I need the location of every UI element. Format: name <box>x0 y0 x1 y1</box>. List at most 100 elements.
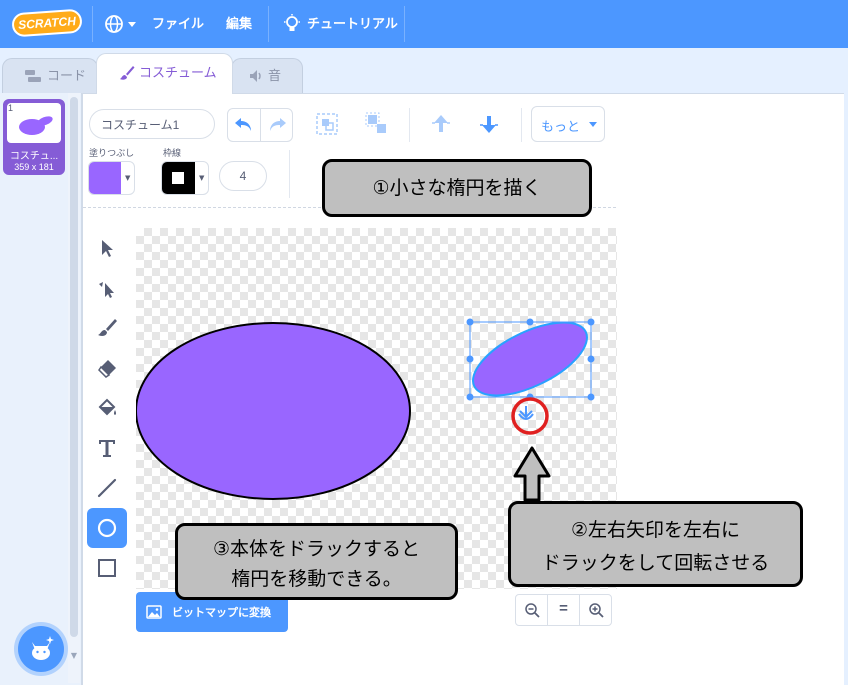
zoom-reset-button[interactable]: = <box>548 595 580 625</box>
fill-color-picker[interactable]: ▼ <box>88 161 135 195</box>
toolbar-divider <box>409 108 410 142</box>
menu-divider <box>404 6 405 42</box>
speaker-icon <box>250 70 261 82</box>
body-ellipse <box>136 322 411 500</box>
outline-width-input[interactable] <box>219 161 267 191</box>
arrow-up-icon <box>432 115 450 132</box>
callout-3-line-2: 楕円を移動できる。 <box>231 568 402 590</box>
costume-size: 359 x 181 <box>14 162 54 172</box>
group-icon <box>316 113 338 135</box>
outline-color-picker[interactable]: ▼ <box>161 161 209 195</box>
callout-3-line-1: ③本体をドラックすると <box>212 538 421 560</box>
costume-number: 1 <box>8 103 14 113</box>
editor-tabs: コード コスチューム 音 <box>0 48 848 94</box>
undo-redo-group <box>227 108 293 142</box>
image-icon <box>146 605 162 619</box>
rectangle-tool[interactable] <box>87 548 127 588</box>
more-label: もっと <box>541 119 581 134</box>
toolbar-divider <box>289 150 290 198</box>
fill-label: 塗りつぶし <box>89 148 135 158</box>
outline-swatch-inner <box>172 172 184 184</box>
circle-icon <box>97 518 117 538</box>
highlight-circle <box>511 397 549 435</box>
brush-tool[interactable] <box>87 308 127 348</box>
menu-divider <box>268 6 269 42</box>
undo-icon <box>235 118 251 131</box>
redo-button[interactable] <box>261 109 294 141</box>
callout-move-ellipse: ③本体をドラックすると 楕円を移動できる。 <box>175 523 458 600</box>
bitmap-button-label: ビットマップに変換 <box>172 607 271 619</box>
chevron-down-icon <box>589 122 597 127</box>
outline-swatch <box>162 162 195 194</box>
rectangle-icon <box>98 559 116 577</box>
language-menu[interactable] <box>104 0 138 48</box>
ungroup-icon <box>365 112 386 133</box>
logo-text: SCRATCH <box>17 14 77 32</box>
arrow-pointer-icon <box>102 240 113 257</box>
file-menu[interactable]: ファイル <box>152 0 204 48</box>
chevron-down-icon <box>128 22 136 27</box>
reshape-icon <box>99 282 114 298</box>
edit-menu[interactable]: 編集 <box>226 0 252 48</box>
eraser-tool[interactable] <box>87 348 127 388</box>
fill-tool[interactable] <box>87 388 127 428</box>
backward-button[interactable] <box>477 112 501 136</box>
costume-thumbnail <box>7 103 61 143</box>
callout-arrow-up-icon <box>513 446 551 502</box>
zoom-out-button[interactable] <box>516 595 548 625</box>
cat-face-icon <box>32 636 54 660</box>
zoom-in-button[interactable] <box>580 595 612 625</box>
callout-rotate-ellipse: ②左右矢印を左右に ドラックをして回転させる <box>508 501 803 587</box>
line-tool[interactable] <box>87 468 127 508</box>
tab-sounds[interactable]: 音 <box>231 58 303 93</box>
tab-costumes[interactable]: コスチューム <box>96 53 233 94</box>
brush-icon <box>98 319 117 336</box>
costume-name: コスチュ... <box>9 151 59 162</box>
line-icon <box>97 478 117 498</box>
tab-sounds-label: 音 <box>268 68 282 83</box>
costume-name-input[interactable] <box>89 109 215 139</box>
ungroup-button[interactable] <box>365 112 389 136</box>
paintbrush-icon <box>120 66 135 80</box>
paint-bucket-icon <box>98 398 116 416</box>
more-button[interactable]: もっと <box>531 106 605 142</box>
tutorial-label: チュートリアル <box>307 16 398 31</box>
text-t-icon <box>99 440 115 457</box>
caret-down-icon: ▼ <box>125 174 131 182</box>
scroll-down-icon[interactable]: ▼ <box>69 651 79 660</box>
lightbulb-icon <box>284 14 300 31</box>
undo-button[interactable] <box>228 109 261 141</box>
text-tool[interactable] <box>87 428 127 468</box>
circle-tool[interactable] <box>87 508 127 548</box>
scrollbar-thumb[interactable] <box>70 97 78 637</box>
callout-2-line-2: ドラックをして回転させる <box>541 552 770 574</box>
rotation-handle-icon <box>518 406 534 420</box>
menu-divider <box>92 6 93 42</box>
callout-1-text: ①小さな楕円を描く <box>372 177 542 199</box>
tutorial-menu[interactable]: チュートリアル <box>283 0 403 48</box>
tab-code-label: コード <box>47 68 87 83</box>
zoom-out-icon <box>525 603 540 618</box>
select-tool[interactable] <box>87 228 127 268</box>
callout-2-line-1: ②左右矢印を左右に <box>570 519 741 541</box>
costume-list: 1 コスチュ... 359 x 181 ▼ <box>0 93 82 685</box>
redo-icon <box>270 118 286 131</box>
caret-down-icon: ▼ <box>199 174 205 182</box>
choose-costume-button[interactable] <box>18 626 64 672</box>
menu-bar: SCRATCH ファイル 編集 チュートリアル <box>0 0 848 48</box>
outline-label: 枠線 <box>163 148 182 158</box>
reshape-tool[interactable] <box>87 268 127 308</box>
globe-icon <box>105 15 123 33</box>
tab-code[interactable]: コード <box>2 58 98 93</box>
eraser-icon <box>98 360 116 378</box>
callout-draw-small-ellipse: ①小さな楕円を描く <box>322 159 592 217</box>
group-button[interactable] <box>315 112 339 136</box>
forward-button[interactable] <box>429 112 453 136</box>
zoom-in-icon <box>589 603 604 618</box>
arrow-down-icon <box>480 116 498 133</box>
tab-costumes-label: コスチューム <box>139 65 217 80</box>
scratch-logo[interactable]: SCRATCH <box>11 8 83 38</box>
costume-tile[interactable]: 1 コスチュ... 359 x 181 <box>3 99 65 175</box>
zoom-controls: = <box>515 594 612 626</box>
fill-swatch <box>89 162 121 194</box>
